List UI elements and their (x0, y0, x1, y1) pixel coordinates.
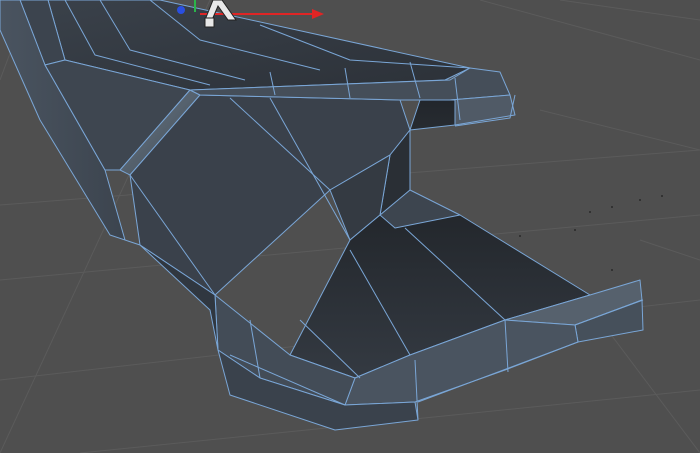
z-axis-handle[interactable] (177, 6, 185, 14)
3d-viewport[interactable] (0, 0, 700, 453)
viewport-canvas[interactable] (0, 0, 700, 453)
